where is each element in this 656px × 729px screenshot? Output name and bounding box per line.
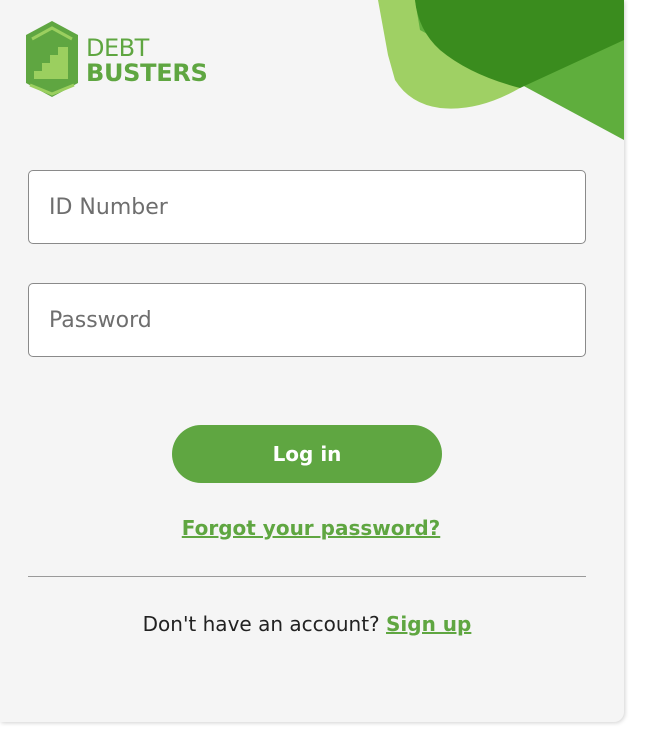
logo-text-debt: DEBT xyxy=(86,33,149,62)
id-number-input[interactable] xyxy=(28,170,586,244)
logo-wordmark: DEBT BUSTERS xyxy=(86,34,208,85)
password-input[interactable] xyxy=(28,283,586,357)
divider xyxy=(28,576,586,577)
signup-row: Don't have an account? Sign up xyxy=(0,612,614,636)
debt-busters-logo: DEBT BUSTERS xyxy=(24,19,208,99)
signup-link[interactable]: Sign up xyxy=(386,612,471,636)
logo-text-busters: BUSTERS xyxy=(86,58,208,87)
login-card: DEBT BUSTERS Log in Forgot your password… xyxy=(0,0,624,722)
login-button[interactable]: Log in xyxy=(172,425,442,483)
forgot-password-link[interactable]: Forgot your password? xyxy=(0,516,622,540)
signup-prompt: Don't have an account? xyxy=(142,612,387,636)
house-stairs-logo-icon xyxy=(26,21,78,97)
